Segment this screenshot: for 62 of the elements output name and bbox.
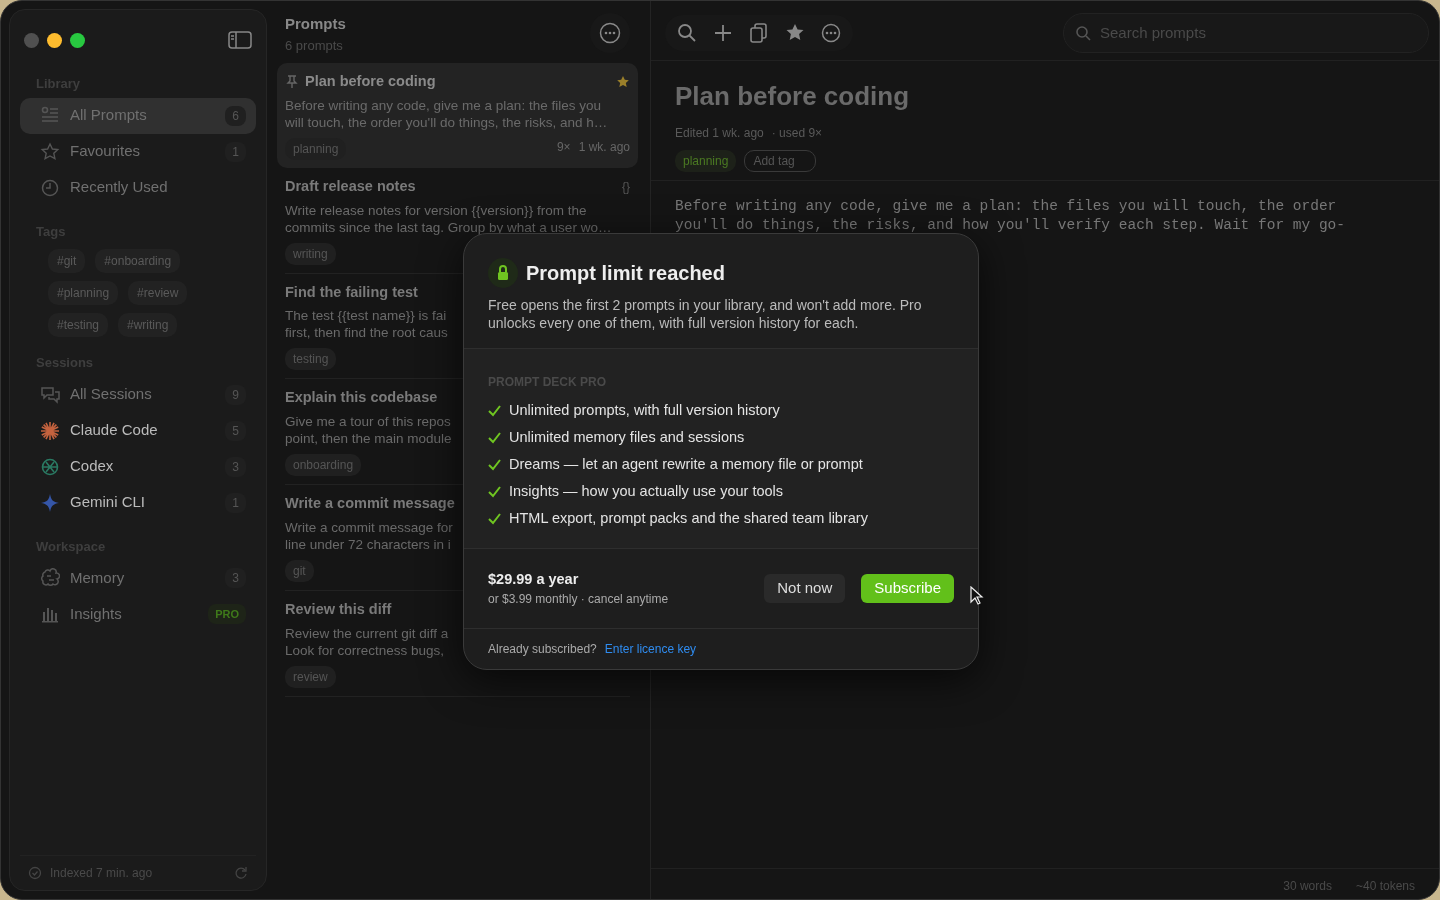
list-title: Prompts bbox=[285, 14, 346, 34]
sidebar-item-label: All Prompts bbox=[70, 105, 147, 126]
prompt-description: Review the current git diff a Look for correctness bugs, bbox=[285, 624, 449, 659]
check-icon bbox=[488, 431, 501, 444]
more-icon bbox=[599, 22, 621, 44]
prompt-heading: Plan before coding bbox=[675, 80, 911, 113]
dismiss-button[interactable]: Not now bbox=[764, 574, 846, 603]
search-icon bbox=[677, 23, 697, 44]
sidebar-item-label: Recently Used bbox=[70, 177, 168, 198]
mouse-pointer-icon bbox=[970, 586, 984, 606]
sidebar-item-label: Memory bbox=[70, 567, 125, 588]
sidebar-item-label: Insights bbox=[70, 603, 122, 624]
zoom-button[interactable] bbox=[70, 32, 85, 48]
copy-icon bbox=[749, 23, 769, 44]
clock-icon bbox=[40, 177, 60, 198]
chat-icon bbox=[40, 384, 60, 405]
prompt-title: Find the failing test bbox=[285, 282, 418, 302]
prompt-description: The test {{test name}} is fai first, then find the root caus bbox=[285, 307, 448, 342]
usage-text: · used 9× bbox=[771, 125, 823, 142]
prompt-description: Write a commit message for line under 72 characters in i bbox=[285, 518, 453, 553]
search-icon bbox=[1075, 24, 1091, 41]
check-icon bbox=[488, 485, 501, 498]
check-icon bbox=[488, 404, 501, 417]
more-icon bbox=[821, 23, 841, 44]
usage-count: 9× bbox=[556, 138, 571, 156]
prompt-description: Give me a tour of this repos point, then the main module bbox=[285, 413, 452, 447]
tag-chip[interactable]: #testing bbox=[48, 313, 109, 337]
burst-icon bbox=[40, 420, 60, 441]
prompt-title: Plan before coding bbox=[305, 72, 436, 91]
minimize-button[interactable] bbox=[47, 32, 62, 48]
pro-badge: PRO bbox=[208, 603, 246, 625]
footer-text: Already subscribed? bbox=[488, 641, 597, 658]
lock-icon bbox=[488, 258, 518, 288]
sidebar-item[interactable]: Recently Used bbox=[20, 169, 256, 206]
prompt-title: Draft release notes bbox=[285, 176, 416, 196]
sidebar-item-label: Favourites bbox=[70, 141, 141, 162]
variables-indicator: {} bbox=[622, 178, 630, 196]
prompt-title: Write a commit message bbox=[285, 494, 455, 513]
sidebar-item-label: Codex bbox=[70, 456, 114, 477]
check-icon bbox=[488, 458, 501, 471]
sidebar-item[interactable]: Insights PRO bbox=[20, 596, 256, 632]
tag-chip[interactable]: #review bbox=[128, 281, 188, 305]
tag-chip[interactable]: #onboarding bbox=[95, 249, 181, 273]
edited-text: Edited 1 wk. ago bbox=[675, 125, 764, 142]
prompt-body: Before writing any code, give me a plan: the files you will touch, the order you'll do things, the risks, and how you'll verify each step. Wait for my go- bbox=[674, 197, 1346, 235]
check-icon bbox=[488, 512, 501, 525]
add-icon bbox=[713, 23, 733, 44]
prompt-title: Review this diff bbox=[285, 599, 392, 619]
prompt-title: Explain this codebase bbox=[285, 388, 438, 408]
sidebar-item-label: All Sessions bbox=[70, 384, 152, 405]
star-icon bbox=[40, 141, 60, 162]
price-text: $29.99 a year bbox=[488, 569, 580, 589]
sidebar-toggle-icon[interactable] bbox=[228, 31, 252, 49]
sidebar-item-label: Claude Code bbox=[70, 420, 158, 441]
prompt-age: 1 wk. ago bbox=[578, 138, 630, 156]
subscribe-button[interactable]: Subscribe bbox=[861, 574, 954, 603]
prompt-description: Before writing any code, give me a plan: the files you will touch, the order you'll do things, the risks, and h… bbox=[285, 96, 608, 131]
sidebar-item-label: Gemini CLI bbox=[70, 492, 146, 513]
tag-chip[interactable]: #planning bbox=[48, 281, 119, 305]
tag-chip[interactable]: planning bbox=[675, 150, 737, 172]
add-tag-button[interactable]: Add tag bbox=[744, 150, 816, 172]
check-circle-icon bbox=[28, 866, 42, 880]
